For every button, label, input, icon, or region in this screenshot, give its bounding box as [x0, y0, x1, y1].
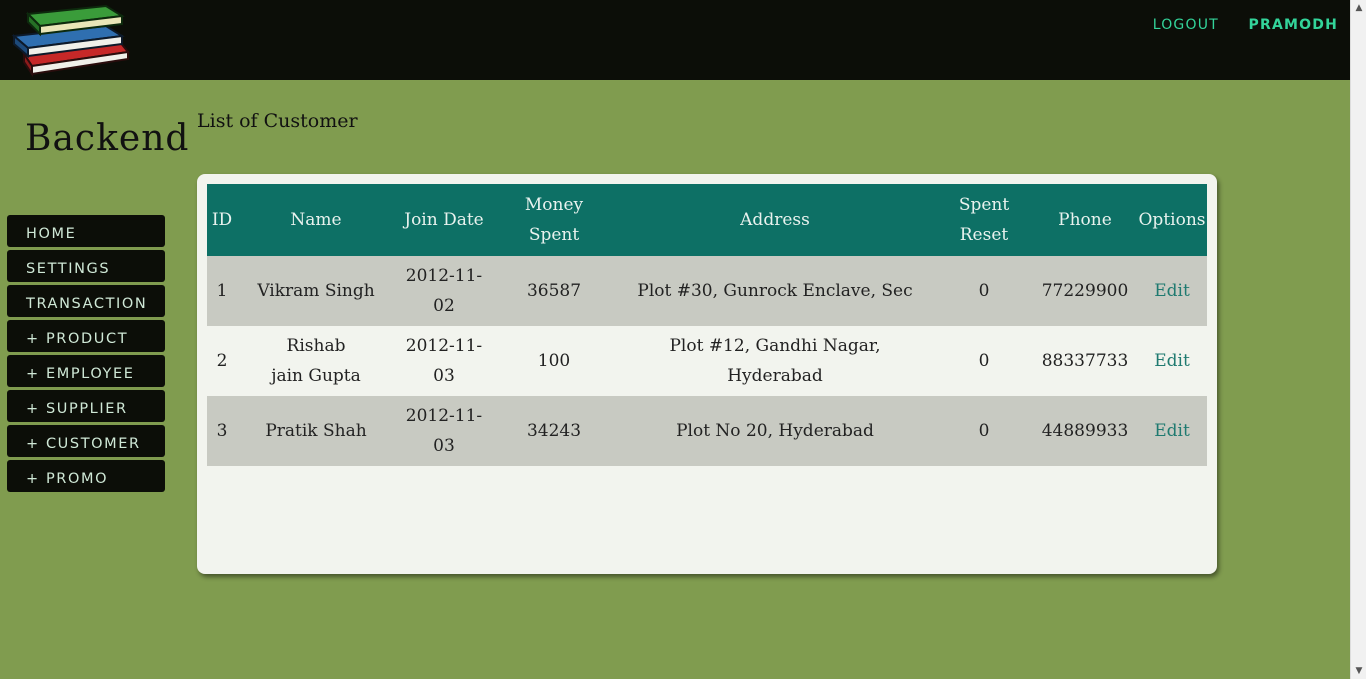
- cell-join-date: 2012-11-02: [395, 256, 493, 326]
- top-links: LOGOUT PRAMODH: [1153, 17, 1338, 33]
- cell-money-spent: 100: [493, 326, 615, 396]
- cell-address-line1: Plot #12, Gandhi Nagar,: [669, 336, 881, 356]
- vertical-scrollbar[interactable]: ▲ ▼: [1350, 0, 1366, 679]
- edit-link[interactable]: Edit: [1154, 351, 1190, 371]
- cell-name: Vikram Singh: [237, 256, 395, 326]
- cell-money-spent: 36587: [493, 256, 615, 326]
- cell-name-line1: Rishab: [286, 336, 346, 356]
- cell-options: Edit: [1137, 396, 1207, 466]
- column-header-spent-reset: Spent Reset: [935, 184, 1033, 256]
- cell-join-date: 2012-11-03: [395, 396, 493, 466]
- cell-phone: 88337733: [1033, 326, 1137, 396]
- cell-address-line1: Plot #30, Gunrock Enclave, Sec: [637, 281, 913, 301]
- table-row: 3 Pratik Shah 2012-11-03 34243 Plot No 2…: [207, 396, 1207, 466]
- cell-id: 3: [207, 396, 237, 466]
- column-header-name: Name: [237, 184, 395, 256]
- column-header-id: ID: [207, 184, 237, 256]
- cell-address: Plot No 20, Hyderabad: [615, 396, 935, 466]
- cell-join-date: 2012-11-03: [395, 326, 493, 396]
- sidebar-nav: HOME SETTINGS TRANSACTION + PRODUCT + EM…: [7, 215, 165, 495]
- cell-spent-reset: 0: [935, 256, 1033, 326]
- cell-options: Edit: [1137, 326, 1207, 396]
- sidebar-item-product[interactable]: + PRODUCT: [7, 320, 165, 352]
- table-row: 2 Rishab jain Gupta 2012-11-03 100 Plot …: [207, 326, 1207, 396]
- cell-address-line1: Plot No 20, Hyderabad: [676, 421, 874, 441]
- cell-name: Pratik Shah: [237, 396, 395, 466]
- cell-id: 1: [207, 256, 237, 326]
- column-header-options: Options: [1137, 184, 1207, 256]
- customer-table: ID Name Join Date Money Spent Address Sp…: [207, 184, 1207, 466]
- cell-name-line1: Pratik Shah: [265, 421, 367, 441]
- column-header-spent-reset-line2: Reset: [959, 225, 1009, 245]
- sidebar-item-customer[interactable]: + CUSTOMER: [7, 425, 165, 457]
- edit-link[interactable]: Edit: [1154, 281, 1190, 301]
- column-header-money-spent: Money Spent: [493, 184, 615, 256]
- sidebar-item-supplier[interactable]: + SUPPLIER: [7, 390, 165, 422]
- username-link[interactable]: PRAMODH: [1249, 17, 1338, 33]
- cell-id: 2: [207, 326, 237, 396]
- cell-options: Edit: [1137, 256, 1207, 326]
- column-header-join-date: Join Date: [395, 184, 493, 256]
- scroll-up-icon[interactable]: ▲: [1351, 0, 1366, 16]
- cell-name-line1: Vikram Singh: [257, 281, 375, 301]
- sidebar-item-home[interactable]: HOME: [7, 215, 165, 247]
- table-row: 1 Vikram Singh 2012-11-02 36587 Plot #30…: [207, 256, 1207, 326]
- cell-name: Rishab jain Gupta: [237, 326, 395, 396]
- stacked-books-icon[interactable]: [10, 2, 132, 80]
- edit-link[interactable]: Edit: [1154, 421, 1190, 441]
- cell-money-spent: 34243: [493, 396, 615, 466]
- scroll-down-icon[interactable]: ▼: [1351, 663, 1366, 679]
- sidebar-item-settings[interactable]: SETTINGS: [7, 250, 165, 282]
- column-header-money-spent-line2: Spent: [528, 225, 580, 245]
- logout-link[interactable]: LOGOUT: [1153, 17, 1219, 33]
- cell-phone: 77229900: [1033, 256, 1137, 326]
- customer-list-panel: ID Name Join Date Money Spent Address Sp…: [197, 174, 1217, 574]
- cell-phone: 44889933: [1033, 396, 1137, 466]
- brand-title: Backend: [25, 118, 190, 159]
- cell-spent-reset: 0: [935, 326, 1033, 396]
- cell-spent-reset: 0: [935, 396, 1033, 466]
- table-header-row: ID Name Join Date Money Spent Address Sp…: [207, 184, 1207, 256]
- top-bar: LOGOUT PRAMODH: [0, 0, 1350, 80]
- page-title: List of Customer: [197, 110, 358, 132]
- cell-address: Plot #30, Gunrock Enclave, Sec: [615, 256, 935, 326]
- cell-name-line2: jain Gupta: [271, 366, 361, 386]
- cell-address: Plot #12, Gandhi Nagar, Hyderabad: [615, 326, 935, 396]
- column-header-address: Address: [615, 184, 935, 256]
- sidebar-item-transaction[interactable]: TRANSACTION: [7, 285, 165, 317]
- column-header-phone: Phone: [1033, 184, 1137, 256]
- column-header-money-spent-line1: Money: [524, 195, 584, 215]
- sidebar-item-employee[interactable]: + EMPLOYEE: [7, 355, 165, 387]
- column-header-spent-reset-line1: Spent: [958, 195, 1010, 215]
- sidebar-item-promo[interactable]: + PROMO: [7, 460, 165, 492]
- cell-address-line2: Hyderabad: [727, 366, 823, 386]
